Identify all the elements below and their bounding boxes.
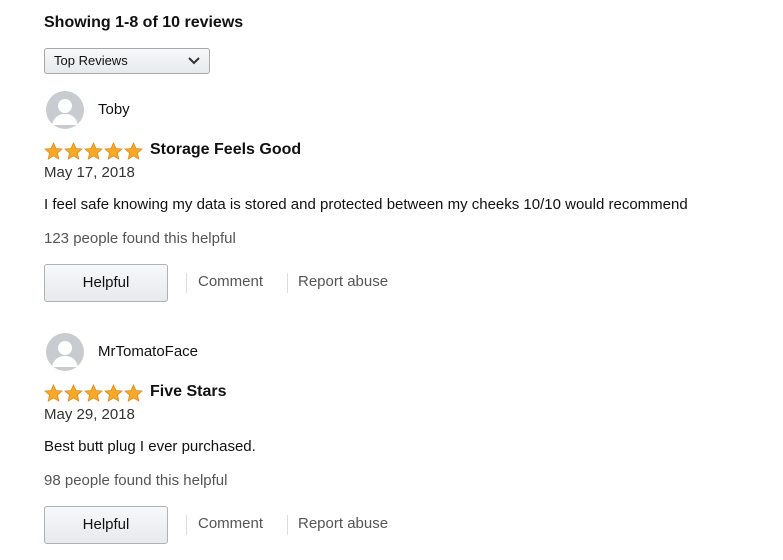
review-author[interactable]: MrTomatoFace bbox=[98, 343, 198, 360]
star-rating bbox=[44, 142, 143, 160]
avatar bbox=[46, 91, 84, 129]
comment-link[interactable]: Comment bbox=[198, 515, 263, 532]
star-icon bbox=[84, 142, 103, 160]
review-body: I feel safe knowing my data is stored an… bbox=[44, 196, 688, 213]
star-icon bbox=[104, 384, 123, 402]
review-date: May 17, 2018 bbox=[44, 164, 135, 181]
divider bbox=[186, 515, 187, 535]
star-icon bbox=[44, 142, 63, 160]
star-icon bbox=[84, 384, 103, 402]
divider bbox=[287, 515, 288, 535]
avatar bbox=[46, 333, 84, 371]
report-abuse-link[interactable]: Report abuse bbox=[298, 515, 388, 532]
review-body: Best butt plug I ever purchased. bbox=[44, 438, 256, 455]
review-title[interactable]: Storage Feels Good bbox=[150, 141, 301, 159]
user-icon bbox=[52, 99, 78, 125]
star-icon bbox=[44, 384, 63, 402]
helpful-count: 98 people found this helpful bbox=[44, 472, 228, 489]
review-item: MrTomatoFace Five Stars May 29, 2018 Bes… bbox=[0, 242, 783, 544]
star-icon bbox=[124, 384, 143, 402]
star-rating bbox=[44, 384, 143, 402]
star-icon bbox=[64, 384, 83, 402]
review-author[interactable]: Toby bbox=[98, 101, 130, 118]
star-icon bbox=[124, 142, 143, 160]
user-icon bbox=[52, 341, 78, 367]
review-date: May 29, 2018 bbox=[44, 406, 135, 423]
helpful-button[interactable]: Helpful bbox=[44, 506, 168, 544]
review-item: Toby Storage Feels Good May 17, 2018 I f… bbox=[0, 0, 783, 302]
star-icon bbox=[104, 142, 123, 160]
review-title[interactable]: Five Stars bbox=[150, 383, 226, 401]
star-icon bbox=[64, 142, 83, 160]
